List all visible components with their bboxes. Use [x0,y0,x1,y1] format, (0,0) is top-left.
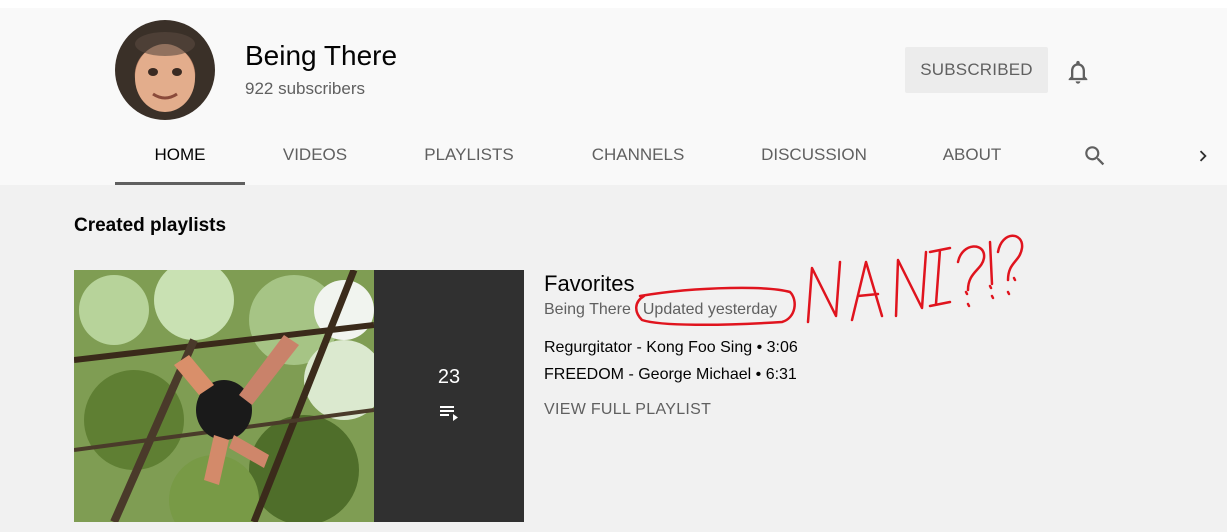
channel-avatar[interactable] [115,20,215,120]
chevron-right-icon[interactable] [1192,145,1214,167]
separator-dot: • [756,339,763,356]
video-count: 23 [437,366,461,388]
subscriber-count: 922 subscribers [245,79,366,98]
list-item[interactable]: Regurgitator - Kong Foo Sing • 3:06 [544,339,798,357]
avatar-face-image [135,32,195,112]
tab-discussion[interactable]: DISCUSSION [748,133,880,182]
thumbnail-overlay: 23 [374,270,524,522]
top-strip [0,0,1227,8]
video-title: FREEDOM - George Michael [544,366,752,383]
playlist-icon [440,406,458,421]
channel-tabs: HOME VIDEOS PLAYLISTS CHANNELS DISCUSSIO… [0,133,1227,185]
section-title: Created playlists [74,215,227,236]
video-title: Regurgitator - Kong Foo Sing [544,339,753,356]
subscribed-button[interactable]: SUBSCRIBED [905,47,1048,93]
playlist-thumbnail[interactable]: 23 [74,270,524,522]
playlist-updated: Updated yesterday [642,301,778,318]
thumbnail-image [74,270,374,522]
playlist-title[interactable]: Favorites [544,271,634,297]
video-duration: 3:06 [766,339,798,356]
tab-about[interactable]: ABOUT [928,133,1016,182]
list-item[interactable]: FREEDOM - George Michael • 6:31 [544,366,797,384]
playlist-meta: Being There Updated yesterday [544,301,777,319]
separator-dot: • [755,366,762,383]
channel-header: Being There 922 subscribers SUBSCRIBED H… [0,8,1227,185]
tab-channels[interactable]: CHANNELS [575,133,701,182]
view-full-playlist-link[interactable]: VIEW FULL PLAYLIST [544,401,711,419]
tab-playlists[interactable]: PLAYLISTS [408,133,530,182]
bell-icon[interactable] [1064,58,1092,86]
tab-home[interactable]: HOME [115,133,245,185]
tab-videos[interactable]: VIDEOS [265,133,365,182]
search-icon[interactable] [1082,143,1108,169]
channel-title: Being There [245,40,398,71]
video-duration: 6:31 [765,366,797,383]
playlist-owner[interactable]: Being There [544,301,631,318]
